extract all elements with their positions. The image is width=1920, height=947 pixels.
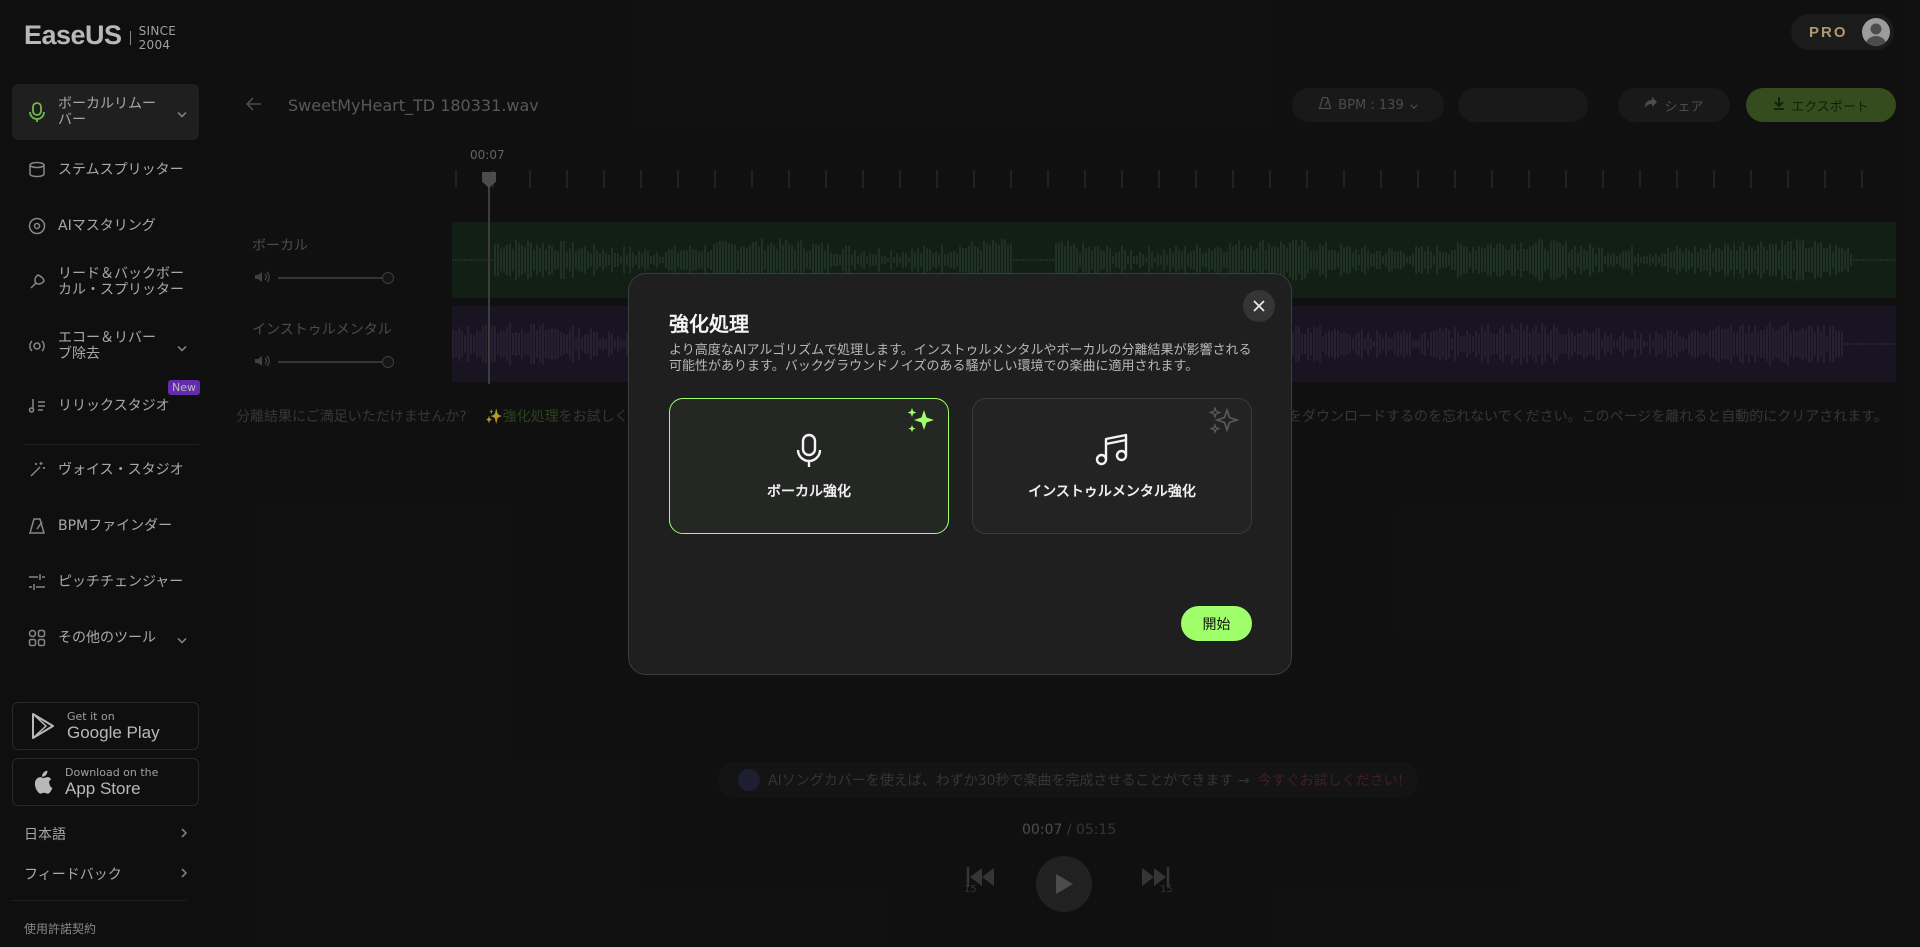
option-label: インストゥルメンタル強化 (1028, 484, 1196, 500)
microphone-icon (796, 433, 822, 473)
dialog-title: 強化処理 (669, 312, 749, 336)
vocal-enhance-option[interactable]: ボーカル強化 (669, 398, 949, 534)
sparkle-icon (1207, 406, 1241, 441)
close-icon (1253, 297, 1265, 316)
dialog-description: より高度なAIアルゴリズムで処理します。インストゥルメンタルやボーカルの分離結果… (669, 343, 1252, 374)
instrumental-enhance-option[interactable]: インストゥルメンタル強化 (972, 398, 1252, 534)
start-button[interactable]: 開始 (1181, 606, 1252, 641)
enhance-dialog: 強化処理 より高度なAIアルゴリズムで処理します。インストゥルメンタルやボーカル… (628, 273, 1292, 675)
close-button[interactable] (1243, 290, 1275, 322)
sparkle-icon (904, 407, 938, 441)
music-note-icon (1095, 433, 1129, 471)
option-label: ボーカル強化 (767, 484, 851, 500)
